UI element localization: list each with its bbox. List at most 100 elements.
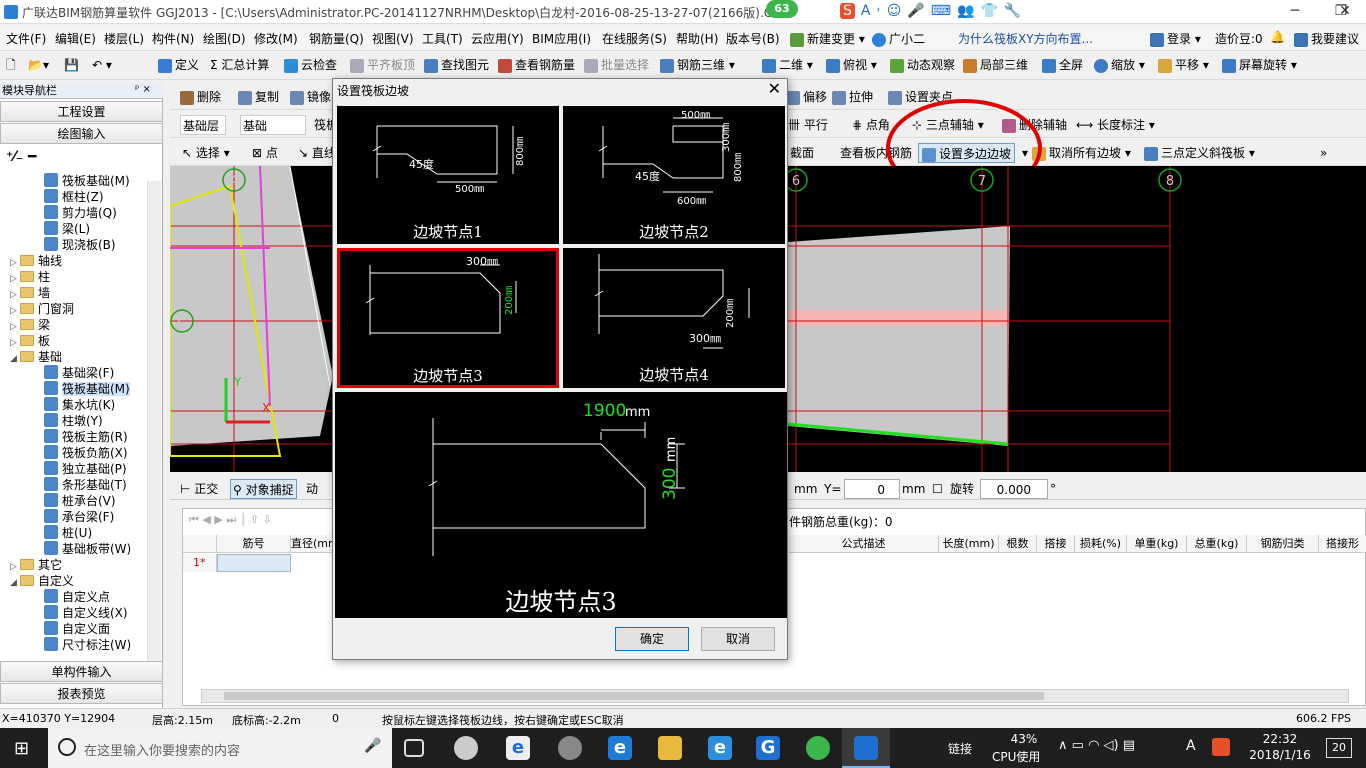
- menu-online[interactable]: 在线服务(S): [602, 30, 667, 47]
- ok-button[interactable]: 确定: [615, 627, 689, 651]
- ime-punct-icon[interactable]: ˒: [876, 3, 880, 19]
- sogou-tray-icon[interactable]: [1212, 738, 1230, 756]
- pan-button[interactable]: 平移 ▾: [1158, 55, 1209, 75]
- file-explorer-icon[interactable]: [658, 736, 682, 760]
- menu-edit[interactable]: 编辑(E): [55, 30, 96, 47]
- rotate-input[interactable]: 0.000: [980, 479, 1048, 499]
- section-button[interactable]: 截面: [790, 143, 814, 163]
- ime-toolbar[interactable]: S A ˒ ☺ 🎤 ⌨ 👥 👕 🔧: [840, 3, 1027, 19]
- menu-modify[interactable]: 修改(M): [254, 30, 298, 47]
- tree-item[interactable]: 自定义点: [44, 589, 110, 605]
- menu-version[interactable]: 版本号(B): [726, 30, 780, 47]
- ime-indicator[interactable]: A: [1186, 738, 1196, 754]
- tree-item[interactable]: 桩承台(V): [44, 493, 116, 509]
- define-button[interactable]: 定义: [158, 55, 199, 75]
- sogou-logo-icon[interactable]: S: [840, 3, 855, 19]
- ime-keyboard-icon[interactable]: ⌨: [931, 3, 951, 19]
- tree-item[interactable]: 筏板主筋(R): [44, 429, 128, 445]
- copy-button[interactable]: 复制: [238, 87, 279, 107]
- ie-blue-icon[interactable]: e: [708, 736, 732, 760]
- menu-file[interactable]: 文件(F): [6, 30, 46, 47]
- tree-item[interactable]: ▷ 门窗洞: [10, 301, 74, 317]
- align-top-button[interactable]: 平齐板顶: [350, 55, 415, 75]
- grid-hscrollbar[interactable]: [201, 689, 1349, 703]
- ortho-toggle[interactable]: ⊢ 正交: [180, 479, 218, 499]
- notification-center-icon[interactable]: 20: [1326, 738, 1352, 758]
- zoom-button[interactable]: 缩放 ▾: [1094, 55, 1145, 75]
- cancel-all-slope-button[interactable]: 取消所有边坡 ▾: [1032, 143, 1131, 163]
- grid-cell-selected[interactable]: [217, 554, 291, 572]
- length-dim-button[interactable]: ⟷ 长度标注 ▾: [1076, 115, 1155, 135]
- stretch-button[interactable]: 拉伸: [832, 87, 873, 107]
- tree-item[interactable]: ▷ 轴线: [10, 253, 62, 269]
- clock-time[interactable]: 22:32: [1250, 732, 1310, 746]
- tree-item[interactable]: ▷ 其它: [10, 557, 62, 573]
- report-preview-button[interactable]: 报表预览: [0, 683, 163, 704]
- tree-item[interactable]: 柱墩(Y): [44, 413, 103, 429]
- row-header-1[interactable]: 1*: [183, 554, 217, 572]
- slope-node-1-option[interactable]: 45度 500㎜ 800㎜ 边坡节点1: [337, 106, 559, 244]
- tree-item[interactable]: ▷ 板: [10, 333, 50, 349]
- tree-item[interactable]: 自定义面: [44, 621, 110, 637]
- dynamic-observe-button[interactable]: 动态观察: [890, 55, 955, 75]
- fullscreen-button[interactable]: 全屏: [1042, 55, 1083, 75]
- bell-icon[interactable]: 🔔: [1270, 30, 1285, 44]
- slope-node-2-option[interactable]: 500㎜ 300㎜ 600㎜ 45度 800㎜ 边坡节点2: [563, 106, 785, 244]
- tree-item[interactable]: 现浇板(B): [44, 237, 116, 253]
- menu-view[interactable]: 视图(V): [372, 30, 414, 47]
- view-rebar-qty-button[interactable]: 查看钢筋量: [498, 55, 575, 75]
- offset-button[interactable]: 偏移: [786, 87, 827, 107]
- menu-component[interactable]: 构件(N): [152, 30, 194, 47]
- grid-nav-icons[interactable]: ⏮ ◀ ▶ ⏭ │ ⇧ ⇩: [189, 513, 272, 527]
- save-icon[interactable]: 💾: [64, 55, 79, 75]
- tree-item[interactable]: ▷ 墙: [10, 285, 50, 301]
- ime-settings-icon[interactable]: 🔧: [1004, 3, 1021, 19]
- three-point-slope-button[interactable]: 三点定义斜筏板 ▾: [1144, 143, 1255, 163]
- mirror-button[interactable]: 镜像: [290, 87, 331, 107]
- 2d-view-button[interactable]: 二维 ▾: [762, 55, 813, 75]
- object-snap-toggle[interactable]: ⚲ 对象捕捉: [230, 479, 297, 499]
- menu-cloud[interactable]: 云应用(Y): [471, 30, 524, 47]
- slope-node-3-option[interactable]: 300㎜ 200㎜ 边坡节点3: [337, 248, 559, 388]
- y-input[interactable]: 0: [844, 479, 900, 499]
- find-element-button[interactable]: 查找图元: [424, 55, 489, 75]
- tree-item[interactable]: 基础板带(W): [44, 541, 131, 557]
- ime-skin-icon[interactable]: 👕: [980, 3, 997, 19]
- tree-item[interactable]: 桩(U): [44, 525, 92, 541]
- dialog-close-button[interactable]: ✕: [768, 79, 781, 98]
- clock-date[interactable]: 2018/1/16: [1244, 748, 1316, 762]
- tree-expand-icon[interactable]: ◢: [10, 351, 20, 367]
- panel-pin-icon[interactable]: ᵖ ×: [135, 84, 151, 95]
- tree-item[interactable]: ▷ 梁: [10, 317, 50, 333]
- mic-icon[interactable]: 🎤: [364, 738, 381, 754]
- tree-item[interactable]: 独立基础(P): [44, 461, 127, 477]
- floor-select[interactable]: 基础层: [180, 115, 226, 135]
- project-settings-button[interactable]: 工程设置: [0, 101, 163, 122]
- tree-item[interactable]: 剪力墙(Q): [44, 205, 117, 221]
- active-app-slot[interactable]: [842, 728, 890, 768]
- taskbar-search[interactable]: 在这里输入你要搜索的内容 🎤: [48, 728, 392, 768]
- expand-collapse-icon[interactable]: ⁺⁄₋ ━: [6, 149, 36, 165]
- cost-beans[interactable]: 造价豆:0: [1215, 30, 1263, 47]
- edge-icon[interactable]: e: [608, 736, 632, 760]
- ime-lang-icon[interactable]: A: [861, 3, 871, 19]
- tree-item[interactable]: 筏板基础(M): [44, 173, 130, 189]
- toolbar-overflow-icon[interactable]: »: [1320, 143, 1327, 163]
- top-view-button[interactable]: 俯视 ▾: [826, 55, 877, 75]
- batch-select-button[interactable]: 批量选择: [584, 55, 649, 75]
- tree-expand-icon[interactable]: ◢: [10, 575, 20, 591]
- app-notify-icon[interactable]: [558, 736, 582, 760]
- guangxiaoer-button[interactable]: 广小二: [872, 30, 925, 47]
- tree-item[interactable]: ▷ 柱: [10, 269, 50, 285]
- rebar-3d-button[interactable]: 钢筋三维 ▾: [660, 55, 735, 75]
- cloud-check-button[interactable]: 云检查: [284, 55, 337, 75]
- task-view-icon[interactable]: [404, 739, 424, 757]
- fan-app-icon[interactable]: [454, 736, 478, 760]
- cancel-button[interactable]: 取消: [701, 627, 775, 651]
- tree-item[interactable]: 框柱(Z): [44, 189, 104, 205]
- single-component-input-button[interactable]: 单构件输入: [0, 661, 163, 682]
- ime-emoji-icon[interactable]: ☺: [887, 3, 902, 19]
- tree-item[interactable]: 梁(L): [44, 221, 90, 237]
- undo-icon[interactable]: ↶ ▾: [92, 55, 112, 75]
- select-tool[interactable]: ↖ 选择 ▾: [182, 143, 230, 163]
